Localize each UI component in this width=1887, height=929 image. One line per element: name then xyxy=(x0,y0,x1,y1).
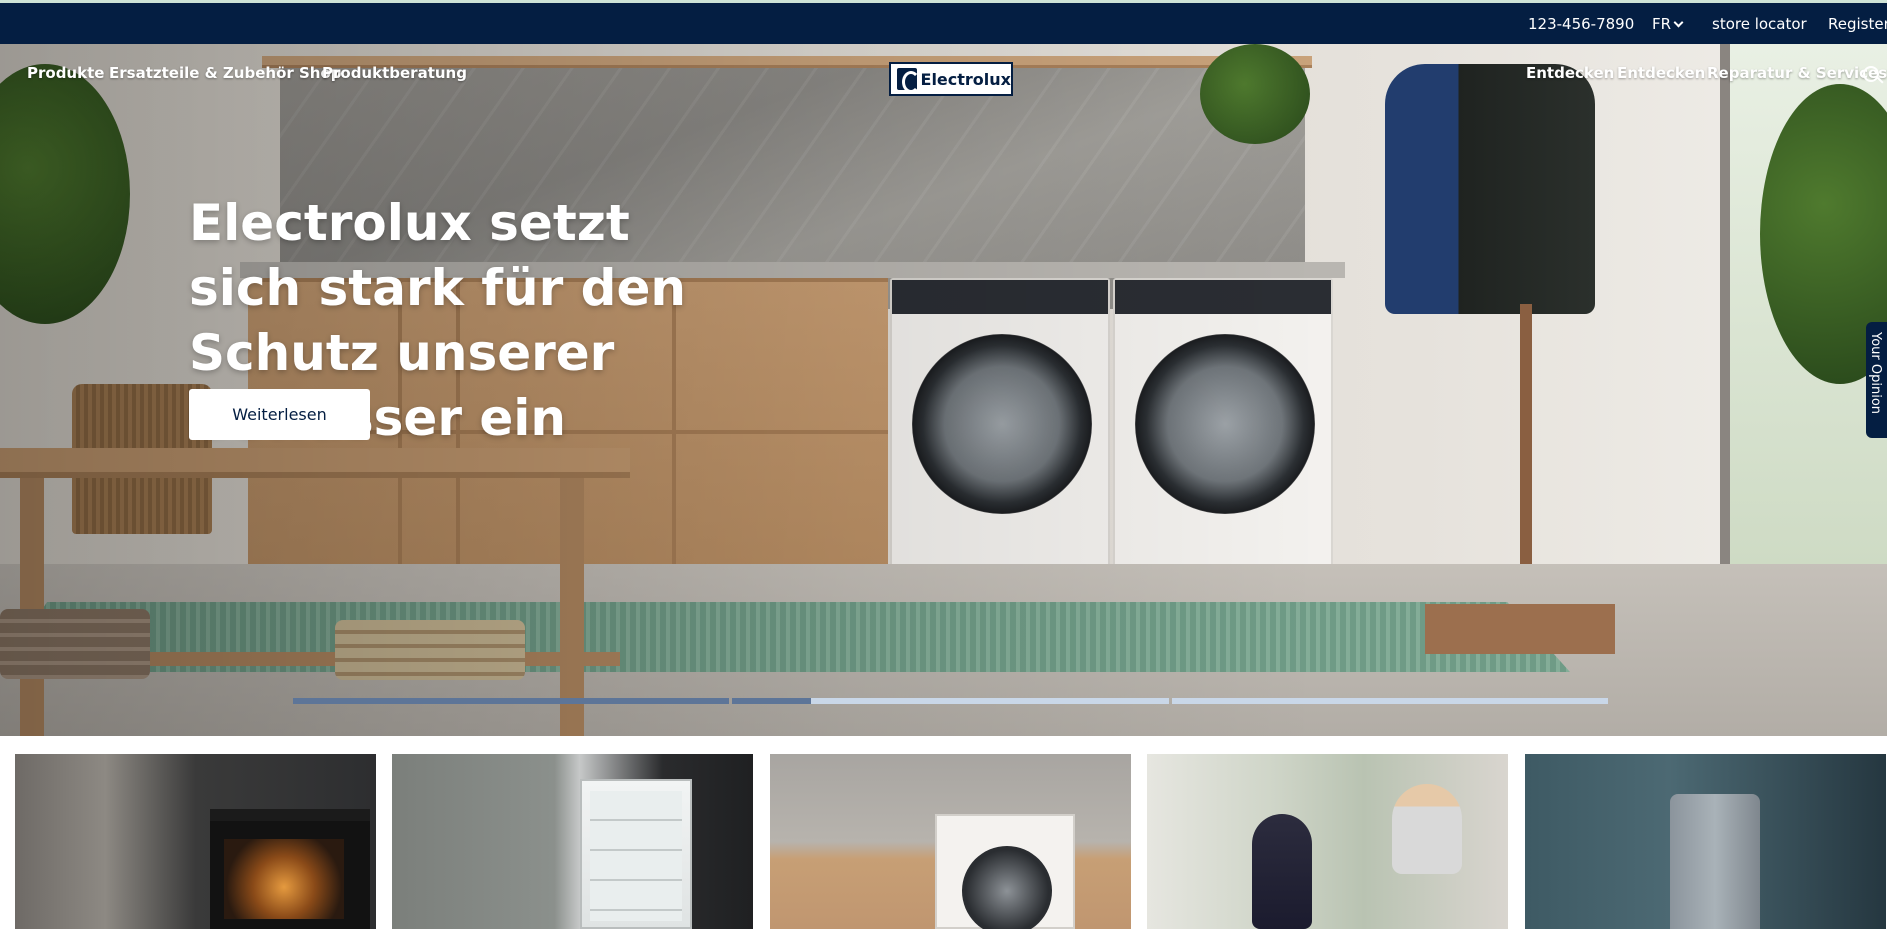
logo-text: Electrolux xyxy=(920,69,1011,89)
oven-image xyxy=(210,809,370,929)
carousel-slide-indicator[interactable] xyxy=(1171,698,1608,704)
nav-products[interactable]: Produkte xyxy=(27,64,104,82)
nav-spare-parts-shop[interactable]: Ersatzteile & Zubehör Shop xyxy=(109,64,342,82)
category-tile-vacuum[interactable] xyxy=(1147,754,1508,929)
nav-discover-2[interactable]: Entdecken xyxy=(1617,64,1705,82)
electrolux-logo-icon xyxy=(897,68,920,93)
nav-repair-services[interactable]: Reparatur & Services xyxy=(1707,64,1887,82)
fridge-image xyxy=(580,779,692,929)
phone-link[interactable]: 123-456-7890 xyxy=(1528,15,1634,33)
utility-bar: 123-456-7890 FR store locator Register xyxy=(0,3,1887,44)
category-tiles xyxy=(15,754,1887,929)
store-locator-link[interactable]: store locator xyxy=(1712,15,1807,33)
category-tile-fridge[interactable] xyxy=(392,754,753,929)
hero-banner: Produkte Ersatzteile & Zubehör Shop Prod… xyxy=(0,44,1887,736)
search-icon[interactable] xyxy=(1863,66,1879,82)
nav-product-advice[interactable]: Produktberatung xyxy=(322,64,467,82)
feedback-tab-label: Your Opinion xyxy=(1868,332,1883,415)
person-image xyxy=(1392,784,1462,874)
chevron-down-icon xyxy=(1673,17,1684,28)
nav-discover[interactable]: Entdecken xyxy=(1526,64,1614,82)
carousel-progress xyxy=(293,698,1608,704)
read-more-button[interactable]: Weiterlesen xyxy=(189,389,370,440)
vacuum-image xyxy=(1252,814,1312,929)
electrolux-logo[interactable]: Electrolux xyxy=(889,62,1013,96)
register-link[interactable]: Register xyxy=(1828,15,1887,33)
carousel-slide-indicator[interactable] xyxy=(293,698,730,704)
carousel-slide-indicator[interactable] xyxy=(732,698,1169,704)
feedback-tab[interactable]: Your Opinion xyxy=(1866,322,1887,438)
air-purifier-image xyxy=(1670,794,1760,929)
language-selector[interactable]: FR xyxy=(1652,15,1684,33)
category-tile-washer[interactable] xyxy=(770,754,1131,929)
category-tile-oven[interactable] xyxy=(15,754,376,929)
language-label: FR xyxy=(1652,15,1672,33)
washer-image xyxy=(935,814,1075,929)
category-tile-air-purifier[interactable] xyxy=(1525,754,1886,929)
